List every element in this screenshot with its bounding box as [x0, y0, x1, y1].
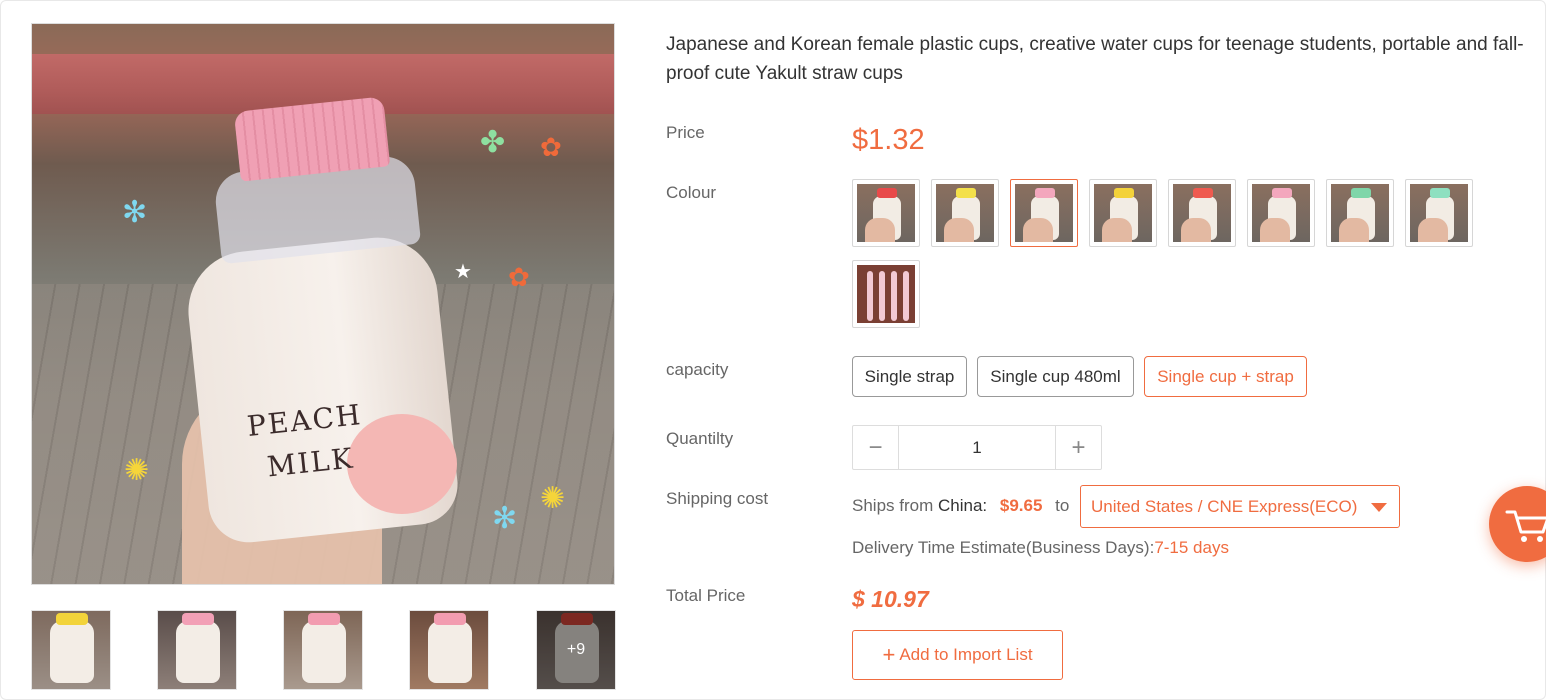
shopping-cart-icon	[1505, 510, 1546, 542]
flower-sticker-icon: ✺	[540, 482, 566, 515]
capacity-option-single-cup-strap[interactable]: Single cup + strap	[1144, 356, 1307, 397]
thumbnail-4[interactable]	[409, 610, 489, 690]
capacity-option-single-cup-480ml[interactable]: Single cup 480ml	[977, 356, 1134, 397]
delivery-days-value: 7-15 days	[1154, 538, 1229, 557]
colour-swatch[interactable]	[852, 179, 920, 247]
colour-swatch-image	[1252, 184, 1310, 242]
plus-icon: +	[882, 642, 896, 667]
ships-to-word: to	[1055, 496, 1070, 515]
shipping-cost-value: $9.65	[999, 496, 1043, 515]
quantity-minus-button[interactable]: −	[853, 426, 898, 469]
colour-swatch-image	[857, 184, 915, 242]
shipping-label: Shipping cost	[666, 489, 769, 508]
main-product-image[interactable]: PEACH MILK ✤ ✿ ✻ ✿ ★ ✺ ✺ ✻	[31, 23, 615, 585]
delivery-estimate: Delivery Time Estimate(Business Days):7-…	[852, 538, 1229, 558]
flower-sticker-icon: ✺	[124, 454, 150, 487]
price-value: $1.32	[852, 124, 925, 156]
quantity-plus-button[interactable]: +	[1056, 426, 1101, 469]
thumbnail-5[interactable]: +9	[536, 610, 616, 690]
colour-swatch[interactable]	[1010, 179, 1078, 247]
flower-sticker-icon: ✻	[492, 502, 518, 535]
star-sticker-icon: ★	[454, 261, 472, 283]
floating-cart-button[interactable]	[1489, 486, 1546, 562]
ships-from-line: Ships from China: $9.65 to	[852, 496, 1069, 516]
colour-swatch[interactable]	[1405, 179, 1473, 247]
quantity-label: Quantilty	[666, 429, 734, 448]
ships-from-prefix: Ships from	[852, 496, 934, 515]
flower-sticker-icon: ✻	[122, 196, 148, 229]
thumbnail-1[interactable]	[31, 610, 111, 690]
colour-swatch-image	[1015, 184, 1073, 242]
colour-swatch-image	[936, 184, 994, 242]
total-price-label: Total Price	[666, 586, 746, 605]
colour-swatch-image	[857, 265, 915, 323]
quantity-stepper: − 1 +	[852, 425, 1102, 470]
clover-sticker-icon: ✤	[480, 126, 506, 159]
ships-from-country: China:	[937, 496, 988, 515]
colour-swatch[interactable]	[1247, 179, 1315, 247]
capacity-label: capacity	[666, 360, 729, 379]
colour-swatch[interactable]	[852, 260, 920, 328]
flower-sticker-icon: ✿	[508, 262, 530, 292]
delivery-estimate-label: Delivery Time Estimate(Business Days):	[852, 538, 1155, 557]
add-to-import-list-button[interactable]: + Add to Import List	[852, 630, 1063, 680]
bottle-illustration: PEACH MILK	[182, 96, 467, 547]
thumbnail-2[interactable]	[157, 610, 237, 690]
flower-sticker-icon: ✿	[540, 132, 562, 162]
capacity-option-single-strap[interactable]: Single strap	[852, 356, 967, 397]
quantity-input[interactable]: 1	[898, 426, 1056, 469]
caret-down-icon	[1371, 503, 1387, 512]
colour-swatch-image	[1094, 184, 1152, 242]
price-label: Price	[666, 123, 705, 142]
colour-swatch-image	[1410, 184, 1468, 242]
colour-swatch-image	[1331, 184, 1389, 242]
product-title: Japanese and Korean female plastic cups,…	[666, 34, 1524, 84]
colour-swatch-image	[1173, 184, 1231, 242]
shipping-method-value: United States / CNE Express(ECO)	[1091, 496, 1358, 516]
total-price-value: $ 10.97	[852, 586, 929, 612]
colour-swatch[interactable]	[1326, 179, 1394, 247]
colour-label: Colour	[666, 183, 717, 202]
add-to-import-list-label: Add to Import List	[899, 645, 1033, 664]
colour-swatch[interactable]	[1089, 179, 1157, 247]
more-images-overlay[interactable]: +9	[537, 611, 615, 689]
colour-swatch[interactable]	[931, 179, 999, 247]
shipping-method-select[interactable]: United States / CNE Express(ECO)	[1080, 485, 1400, 528]
thumbnail-3[interactable]	[283, 610, 363, 690]
colour-swatch[interactable]	[1168, 179, 1236, 247]
